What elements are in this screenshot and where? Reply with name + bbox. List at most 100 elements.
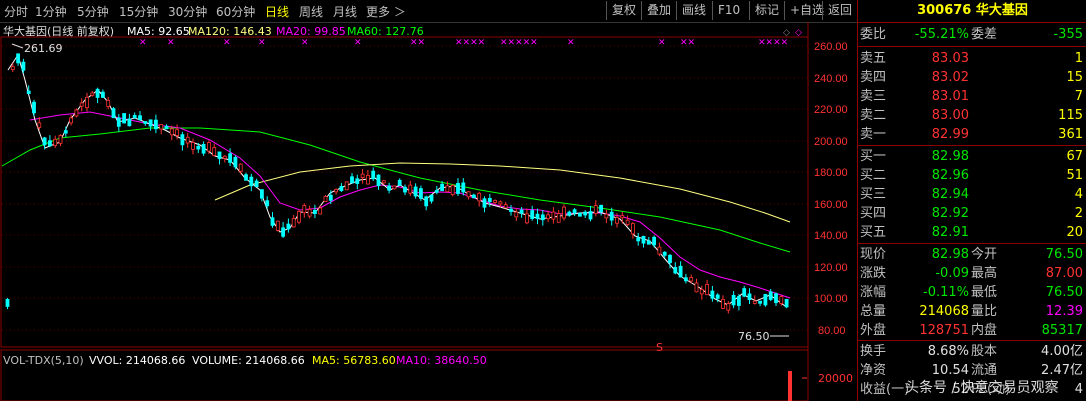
- bid-price: 82.91: [931, 225, 969, 240]
- tab-monthly[interactable]: 月线: [333, 3, 357, 20]
- draw-line-button[interactable]: 画线: [676, 1, 711, 20]
- low-label: 最低: [971, 285, 998, 300]
- candle: [625, 219, 630, 225]
- bid-volume: 4: [1074, 187, 1083, 202]
- tab-daily[interactable]: 日线: [265, 3, 289, 20]
- candle: [774, 293, 778, 304]
- svg-text:✕✕✕✕✕: ✕✕✕✕✕: [500, 38, 538, 48]
- mark-button[interactable]: 标记: [749, 1, 784, 20]
- candle: [328, 194, 333, 201]
- share-capital-value: 4.00亿: [1041, 344, 1083, 359]
- vvol-label: VVOL: 214068.66: [89, 354, 185, 367]
- fuquan-button[interactable]: 复权: [606, 1, 641, 20]
- chart-title: 华大基因(日线 前复权): [3, 24, 114, 38]
- candle: [132, 115, 137, 119]
- candle: [498, 201, 503, 205]
- candle: [466, 191, 471, 198]
- candle: [646, 240, 651, 245]
- bid-label: 买三: [860, 187, 887, 202]
- back-button[interactable]: 返回: [822, 1, 857, 20]
- candle: [318, 207, 323, 215]
- candle: [244, 174, 248, 181]
- candle: [424, 196, 429, 207]
- change-pct-value: -0.11%: [923, 285, 969, 300]
- watermark: 头条号 / 快意交易员观察: [905, 380, 1059, 396]
- ma60-label: MA60: 127.76: [347, 25, 424, 38]
- candle: [477, 192, 482, 202]
- candle: [180, 134, 185, 146]
- low-price-label: 76.50: [738, 330, 770, 343]
- candle: [726, 303, 731, 311]
- total-volume-label: 总量: [860, 304, 887, 319]
- weicha-label: 委差: [971, 27, 998, 42]
- tab-more[interactable]: 更多 ＞: [366, 3, 406, 20]
- candle: [63, 130, 68, 134]
- volume-ratio-label: 量比: [971, 304, 998, 319]
- vol-axis-tick: 20000: [818, 372, 853, 385]
- sell-signal-marker: S: [656, 341, 663, 354]
- ask-volume: 7: [1074, 89, 1083, 104]
- candle: [747, 293, 752, 301]
- axis-tick: 200.00: [814, 136, 848, 148]
- f10-button[interactable]: F10: [712, 1, 745, 20]
- period-toolbar: 分时 1分钟 5分钟 15分钟 30分钟 60分钟 日线 周线 月线 更多 ＞ …: [0, 0, 857, 23]
- candle: [275, 220, 280, 231]
- candle: [694, 282, 699, 293]
- candle: [763, 293, 768, 306]
- candle: [397, 179, 402, 186]
- ask-volume: 1: [1074, 51, 1083, 66]
- pe-value: 4: [1074, 382, 1083, 397]
- tab-60min[interactable]: 60分钟: [216, 3, 255, 20]
- ma120-label: MA120: 146.43: [188, 25, 272, 38]
- candle: [403, 186, 407, 193]
- weibi-row: 委比 -55.21% 委差 -355: [858, 25, 1086, 44]
- bid-label: 买二: [860, 168, 887, 183]
- ask-volume: 115: [1058, 108, 1083, 123]
- kline-chart[interactable]: 华大基因(日线 前复权) MA5: 92.65 MA120: 146.43 MA…: [0, 22, 857, 401]
- candle: [615, 217, 619, 224]
- candle: [381, 180, 386, 184]
- tab-5min[interactable]: 5分钟: [77, 3, 109, 20]
- share-capital-label: 股本: [971, 344, 998, 359]
- candle: [588, 211, 593, 220]
- candle: [259, 189, 264, 199]
- candle: [53, 138, 58, 146]
- ask-row: 卖一 82.99 361: [858, 125, 1086, 144]
- eps-label: 收益(一): [860, 382, 910, 397]
- candle: [169, 128, 174, 136]
- candle: [116, 117, 121, 127]
- current-price-value: 82.98: [931, 247, 969, 262]
- candle: [164, 125, 169, 130]
- tab-15min[interactable]: 15分钟: [119, 3, 158, 20]
- change-label: 涨跌: [860, 266, 887, 281]
- candle: [175, 129, 180, 136]
- candle: [201, 144, 206, 154]
- tab-weekly[interactable]: 周线: [299, 3, 323, 20]
- high-pointer: [11, 43, 24, 49]
- candle: [752, 300, 757, 304]
- tab-1min[interactable]: 1分钟: [35, 3, 67, 20]
- candle: [233, 156, 238, 168]
- axis-tick: 160.00: [814, 199, 848, 211]
- axis-tick: 220.00: [814, 104, 848, 116]
- candle: [85, 96, 89, 109]
- bid-price: 82.94: [931, 187, 969, 202]
- vma10-label: MA10: 38640.50: [396, 354, 487, 367]
- candle: [705, 284, 709, 296]
- change-value: -0.09: [935, 266, 969, 281]
- candle: [101, 91, 105, 98]
- net-asset-label: 净资: [860, 363, 887, 378]
- vol-indicator-title: VOL-TDX(5,10): [3, 354, 84, 367]
- candle: [604, 213, 609, 219]
- candle: [376, 174, 381, 187]
- candle: [593, 205, 598, 214]
- overlay-button[interactable]: 叠加: [641, 1, 676, 20]
- outer-volume-value: 128751: [919, 323, 969, 338]
- candle: [572, 209, 577, 214]
- candle: [546, 214, 550, 220]
- candle: [721, 299, 725, 309]
- candle: [418, 188, 423, 199]
- tab-fenshi[interactable]: 分时: [4, 3, 28, 20]
- tab-30min[interactable]: 30分钟: [168, 3, 207, 20]
- candle: [185, 136, 190, 144]
